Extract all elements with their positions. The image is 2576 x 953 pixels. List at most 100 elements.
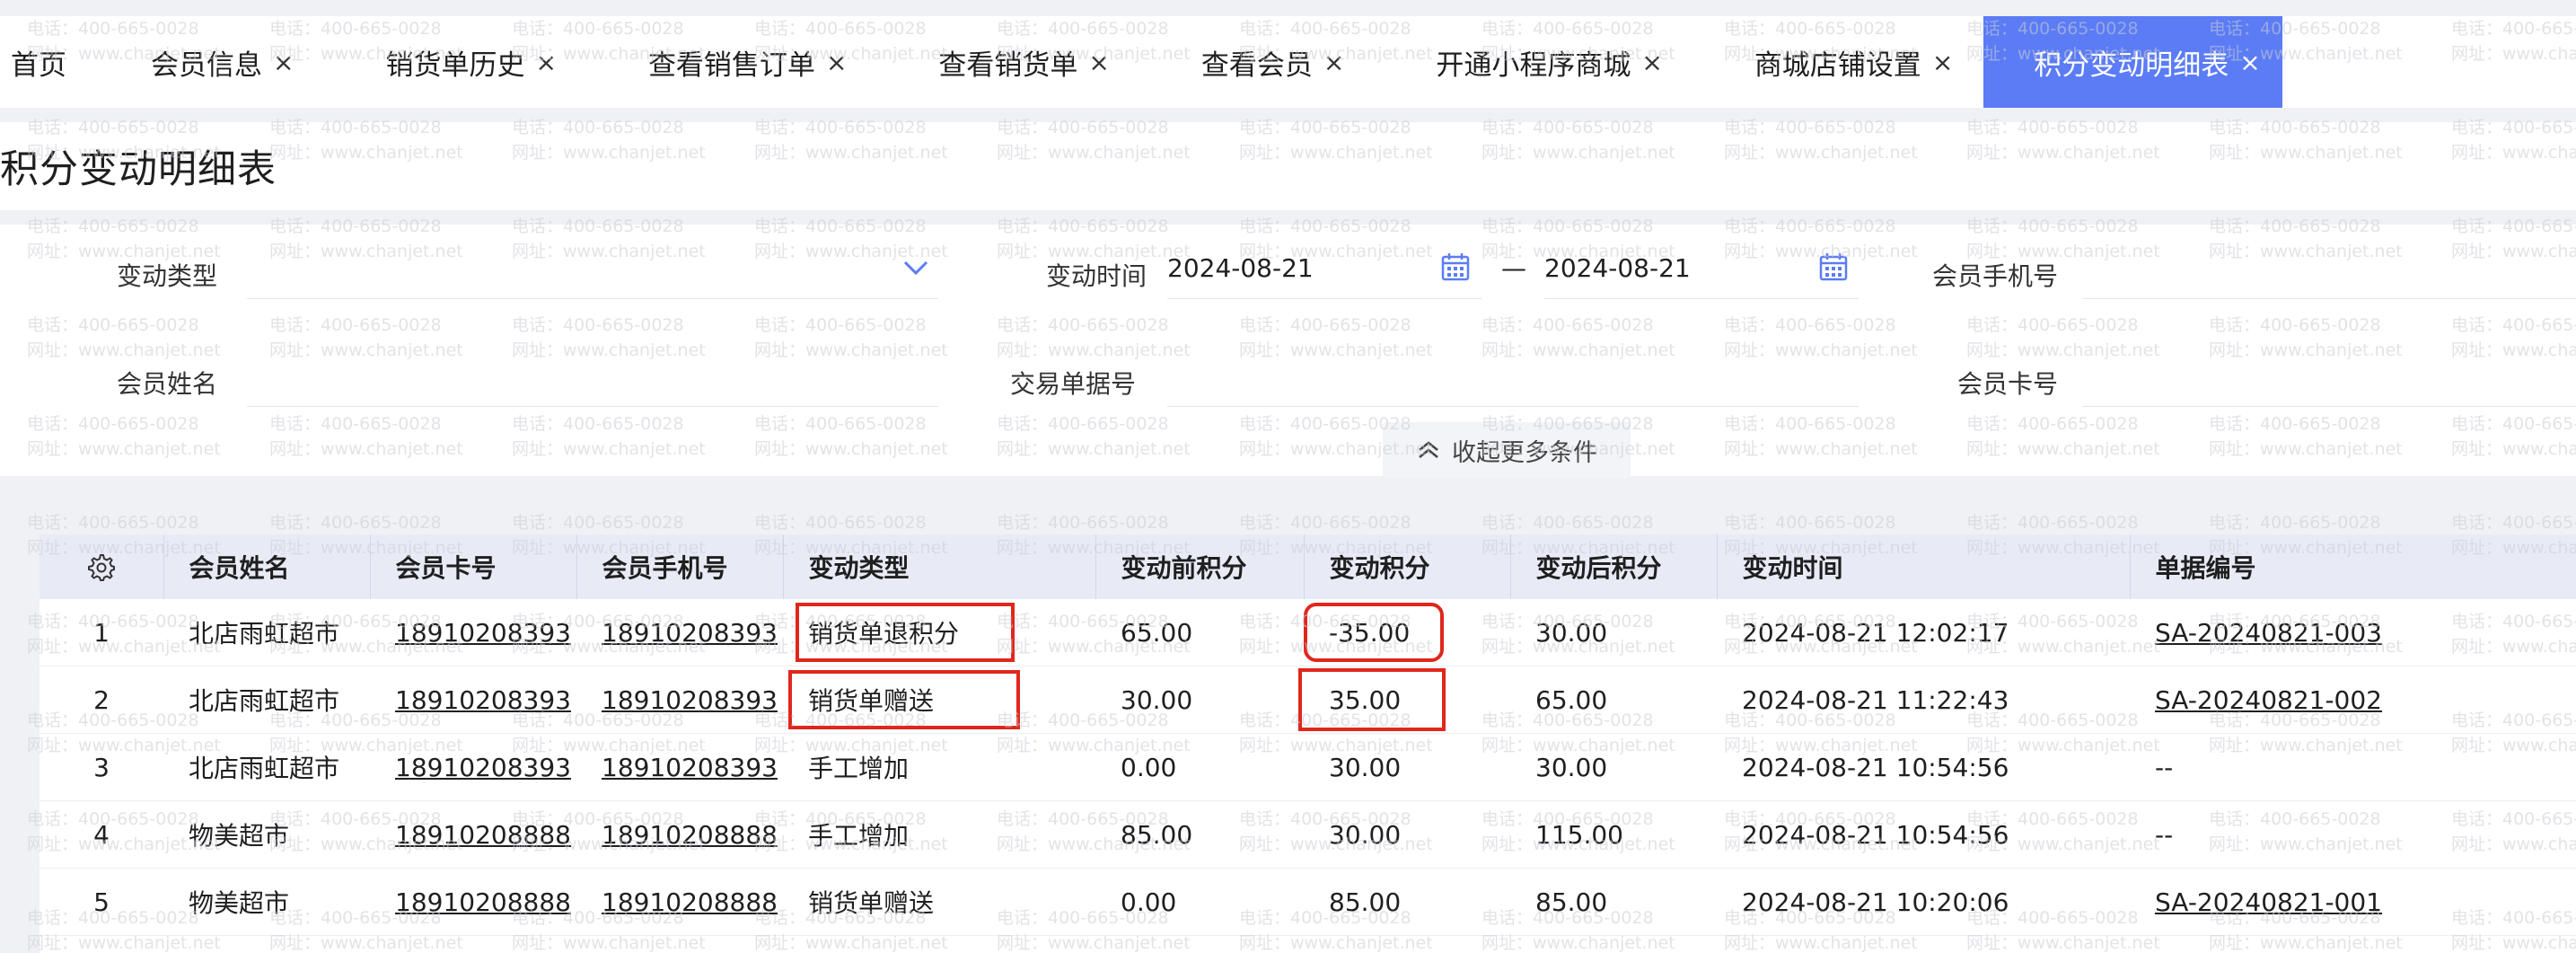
tab-label: 开通小程序商城 — [1436, 49, 1631, 82]
chevron-up-icon — [1419, 441, 1438, 459]
column-header[interactable]: 变动后积分 — [1510, 534, 1718, 599]
member-card-cell: 18910208393 — [370, 666, 576, 734]
doc-no-link[interactable]: SA-20240821-002 — [2155, 685, 2382, 715]
member-card-link[interactable]: 18910208393 — [395, 753, 571, 782]
tab-view-member[interactable]: 查看会员 × — [1189, 16, 1367, 108]
column-header[interactable]: 变动时间 — [1717, 534, 2131, 599]
change-type-value: 销货单赠送 — [808, 686, 935, 716]
divider — [1167, 406, 1859, 407]
calendar-icon[interactable] — [1440, 251, 1471, 282]
member-card-cell: 18910208393 — [370, 599, 576, 666]
doc-no-cell: -- — [2130, 800, 2576, 869]
member-card-link[interactable]: 18910208393 — [395, 685, 571, 715]
trade-no-input[interactable] — [1167, 350, 1859, 404]
member-phone-cell: 18910208393 — [576, 733, 783, 801]
close-icon[interactable]: × — [826, 48, 847, 77]
divider — [2083, 298, 2576, 299]
member-name-cell: 北店雨虹超市 — [163, 599, 370, 666]
close-icon[interactable]: × — [1932, 48, 1953, 77]
member-card-link[interactable]: 18910208393 — [395, 618, 571, 648]
change-type-cell: 销货单赠送 — [783, 868, 1095, 936]
after-points-cell: 30.00 — [1510, 733, 1717, 801]
doc-no-cell: SA-20240821-001 — [2130, 868, 2576, 936]
table-header-row: 会员姓名 会员卡号 会员手机号 变动类型 变动前积分 变动积分 变动后积分 变动… — [40, 534, 2576, 599]
column-header[interactable]: 会员手机号 — [576, 534, 784, 599]
change-type-cell: 销货单赠送 — [783, 666, 1095, 734]
before-points-cell: 65.00 — [1095, 599, 1304, 666]
member-phone-link[interactable]: 18910208888 — [602, 820, 778, 850]
tab-label: 积分变动明细表 — [2034, 49, 2229, 82]
gear-icon[interactable] — [87, 553, 116, 582]
member-card-cell: 18910208888 — [370, 800, 576, 869]
points-detail-table: 会员姓名 会员卡号 会员手机号 变动类型 变动前积分 变动积分 变动后积分 变动… — [40, 534, 2576, 953]
divider — [2083, 406, 2576, 407]
tab-label: 查看销售订单 — [647, 49, 815, 82]
member-phone-link[interactable]: 18910208888 — [602, 887, 778, 917]
collapse-conditions-button[interactable]: 收起更多条件 — [1383, 422, 1631, 478]
close-icon[interactable]: × — [273, 48, 294, 77]
member-card-link[interactable]: 18910208888 — [395, 887, 571, 917]
member-phone-link[interactable]: 18910208393 — [602, 618, 778, 648]
before-points-cell: 0.00 — [1095, 868, 1304, 936]
change-points-cell: -35.00 — [1304, 599, 1510, 666]
member-phone-cell: 18910208393 — [576, 599, 783, 666]
change-type-cell: 销货单退积分 — [783, 599, 1095, 666]
column-header[interactable]: 变动前积分 — [1095, 534, 1305, 599]
tab-view-sales-slip[interactable]: 查看销货单 × — [926, 16, 1132, 108]
divider — [247, 298, 938, 299]
change-points-cell: 35.00 — [1298, 666, 1510, 734]
change-points-value: -35.00 — [1329, 617, 1411, 648]
before-points-cell: 85.00 — [1095, 800, 1304, 869]
before-points-cell: 0.00 — [1095, 733, 1304, 801]
tab-points-detail[interactable]: 积分变动明细表 × — [1983, 16, 2282, 108]
doc-no-link[interactable]: SA-20240821-001 — [2155, 887, 2382, 917]
tab-view-sales-order[interactable]: 查看销售订单 × — [636, 16, 870, 108]
tab-member-info[interactable]: 会员信息 × — [138, 16, 317, 108]
column-header[interactable]: 单据编号 — [2130, 534, 2576, 599]
page-title: 积分变动明细表 — [0, 147, 277, 192]
member-phone-link[interactable]: 18910208393 — [602, 685, 778, 715]
member-phone-link[interactable]: 18910208393 — [602, 753, 778, 782]
member-name-label: 会员姓名 — [117, 369, 218, 399]
column-header[interactable]: 会员卡号 — [370, 534, 577, 599]
change-time-cell: 2024-08-21 11:22:43 — [1717, 666, 2130, 734]
member-phone-cell: 18910208888 — [576, 868, 783, 936]
tab-sales-history[interactable]: 销货单历史 × — [373, 16, 579, 108]
column-header[interactable]: 会员姓名 — [163, 534, 371, 599]
change-type-select[interactable] — [247, 243, 938, 296]
collapse-label: 收起更多条件 — [1452, 438, 1597, 467]
after-points-cell: 65.00 — [1510, 666, 1717, 734]
column-header[interactable]: 变动类型 — [783, 534, 1096, 599]
divider — [247, 406, 938, 407]
member-card-link[interactable]: 18910208888 — [395, 820, 571, 850]
chevron-down-icon — [903, 260, 928, 276]
divider — [1167, 298, 1481, 299]
close-icon[interactable]: × — [1088, 48, 1109, 77]
member-phone-cell: 18910208393 — [576, 666, 783, 734]
member-card-input[interactable] — [2083, 350, 2576, 404]
member-phone-input[interactable] — [2083, 243, 2576, 296]
tab-home[interactable]: 首页 — [0, 16, 90, 108]
row-index: 3 — [40, 733, 163, 801]
calendar-icon[interactable] — [1818, 251, 1849, 282]
date-to-input[interactable]: 2024-08-21 — [1544, 253, 1691, 283]
close-icon[interactable]: × — [2239, 48, 2260, 77]
member-name-input[interactable] — [247, 350, 938, 404]
tab-bar: 首页 会员信息 × 销货单历史 × 查看销售订单 × 查看销货单 × 查看会员 … — [0, 16, 2576, 108]
column-header[interactable]: 变动积分 — [1304, 534, 1511, 599]
doc-no-link[interactable]: SA-20240821-003 — [2155, 618, 2382, 648]
close-icon[interactable]: × — [1323, 48, 1344, 77]
page-title-bar: 积分变动明细表 — [0, 122, 2576, 210]
change-time-cell: 2024-08-21 12:02:17 — [1717, 599, 2130, 666]
tab-mall-shop-settings[interactable]: 商城店铺设置 × — [1742, 16, 1976, 108]
change-type-label: 变动类型 — [117, 261, 218, 291]
tab-label: 销货单历史 — [385, 49, 525, 82]
member-phone-cell: 18910208888 — [576, 800, 783, 869]
date-from-input[interactable]: 2024-08-21 — [1167, 253, 1314, 283]
tab-open-mini-mall[interactable]: 开通小程序商城 × — [1423, 16, 1685, 108]
close-icon[interactable]: × — [535, 48, 556, 77]
change-points-cell: 30.00 — [1304, 733, 1510, 801]
column-settings[interactable] — [40, 534, 164, 599]
member-name-cell: 物美超市 — [163, 800, 370, 869]
close-icon[interactable]: × — [1641, 48, 1662, 77]
